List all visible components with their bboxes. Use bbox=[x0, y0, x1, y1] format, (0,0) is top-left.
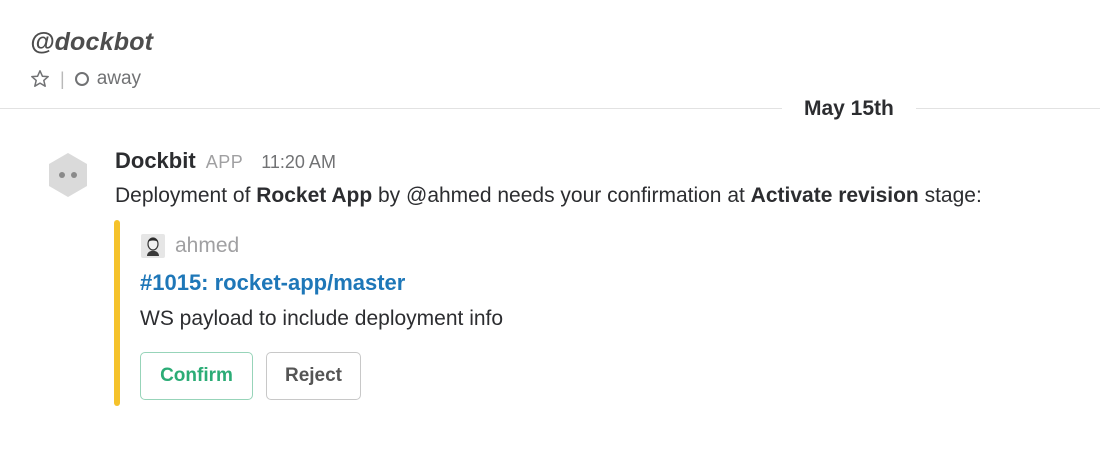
message-header: Dockbit APP 11:20 AM bbox=[115, 148, 336, 174]
robot-avatar-icon[interactable] bbox=[44, 151, 92, 199]
message-timestamp[interactable]: 11:20 AM bbox=[261, 152, 336, 173]
presence-status: away bbox=[96, 68, 142, 89]
star-icon[interactable] bbox=[30, 69, 50, 89]
reject-button[interactable]: Reject bbox=[266, 352, 361, 400]
presence-away-icon bbox=[74, 72, 89, 86]
channel-meta: | away bbox=[30, 68, 141, 90]
attachment-color-bar bbox=[114, 220, 120, 406]
app-badge: APP bbox=[205, 152, 244, 172]
date-divider-label[interactable]: May 15th bbox=[782, 95, 916, 123]
date-divider-line bbox=[0, 108, 1100, 109]
channel-header: @dockbot bbox=[30, 28, 153, 57]
body-stage: Activate revision bbox=[750, 184, 919, 207]
attachment-author: ahmed bbox=[141, 234, 239, 258]
user-avatar-icon bbox=[141, 234, 165, 258]
attachment-author-name[interactable]: ahmed bbox=[175, 234, 239, 258]
body-middle: by @ahmed needs your confirmation at bbox=[372, 184, 751, 207]
sender-name[interactable]: Dockbit bbox=[115, 148, 196, 174]
body-prefix: Deployment of bbox=[115, 184, 257, 207]
channel-title[interactable]: @dockbot bbox=[30, 28, 153, 57]
attachment-text: WS payload to include deployment info bbox=[140, 307, 504, 330]
message-body: Deployment of Rocket App by @ahmed needs… bbox=[115, 182, 982, 210]
attachment-actions: Confirm Reject bbox=[140, 352, 361, 400]
confirm-button[interactable]: Confirm bbox=[140, 352, 253, 400]
meta-separator: | bbox=[60, 68, 65, 89]
attachment-title-link[interactable]: #1015: rocket-app/master bbox=[140, 270, 405, 296]
body-app-name: Rocket App bbox=[256, 184, 373, 207]
body-suffix: stage: bbox=[918, 184, 982, 207]
